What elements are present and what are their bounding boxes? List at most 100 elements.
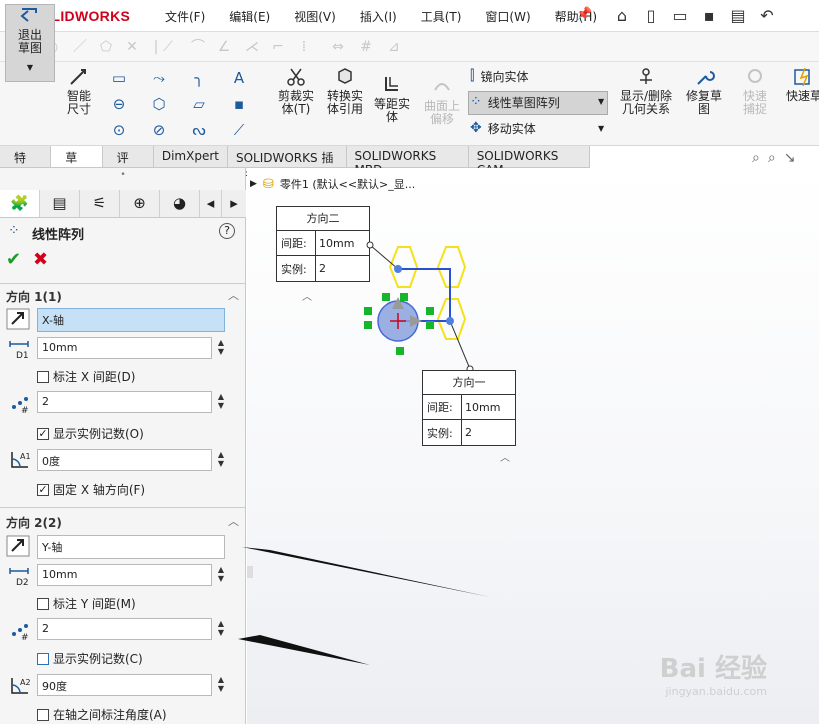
- feature-manager-icon[interactable]: 🧩: [0, 190, 40, 217]
- direction1-spacing-spinner[interactable]: ▲ ▼: [216, 338, 226, 358]
- checkbox-checked[interactable]: ✓: [37, 427, 49, 440]
- convert-entities-button[interactable]: 转换实体引用: [322, 66, 368, 116]
- direction2-spacing-spinner[interactable]: ▲ ▼: [216, 565, 226, 585]
- linear-pattern-button[interactable]: ⁘ 线性草图阵列: [470, 92, 560, 112]
- undo-icon[interactable]: ↶: [757, 4, 777, 26]
- menu-window[interactable]: 窗口(W): [480, 6, 535, 27]
- collapse-chevron-icon[interactable]: ︿: [228, 287, 239, 303]
- direction2-count-field[interactable]: 2: [37, 618, 212, 640]
- menu-insert[interactable]: 插入(I): [355, 6, 402, 27]
- dim-x-spacing-checkbox[interactable]: 标注 X 间距(D): [37, 368, 135, 385]
- tab-cam[interactable]: SOLIDWORKS CAM: [469, 146, 590, 177]
- print-icon[interactable]: ▤: [728, 4, 748, 26]
- tab-features[interactable]: 特征: [0, 146, 52, 182]
- tab-sketch[interactable]: 草图: [51, 146, 103, 182]
- tab-mbd[interactable]: SOLIDWORKS MBD: [347, 146, 469, 177]
- menu-view[interactable]: 视图(V): [289, 6, 341, 27]
- rapid-sketch-button[interactable]: 快速草图: [784, 66, 819, 103]
- chevron-down-icon[interactable]: ▼: [598, 124, 604, 133]
- home-icon[interactable]: ⌂: [612, 4, 632, 26]
- collapse-chevron-icon[interactable]: ︿: [228, 513, 239, 529]
- feature-tree-flyout[interactable]: ▶ ⛁ 零件1 (默认<<默认>_显...: [250, 176, 415, 192]
- checkbox-box[interactable]: [37, 370, 49, 383]
- show-delete-relations-button[interactable]: 显示/删除几何关系: [614, 66, 678, 116]
- dim-y-spacing-checkbox[interactable]: 标注 Y 间距(M): [37, 595, 136, 612]
- pin-icon[interactable]: 📌: [576, 7, 592, 23]
- tab-dimxpert[interactable]: DimXpert: [154, 146, 228, 167]
- direction1-count-spinner[interactable]: ▲ ▼: [216, 392, 226, 412]
- point-tool-icon[interactable]: ▪: [228, 94, 250, 114]
- expand-arrow-icon[interactable]: ▶: [250, 179, 257, 189]
- arc-tool-icon[interactable]: ⊘: [148, 120, 170, 140]
- spacing-d1-icon: D1: [9, 341, 29, 360]
- fix-x-axis-checkbox[interactable]: ✓ 固定 X 轴方向(F): [37, 481, 145, 498]
- cancel-x-icon[interactable]: ✖: [33, 249, 48, 270]
- checkbox-box[interactable]: [37, 708, 49, 721]
- fillet-icon[interactable]: ╮: [188, 68, 210, 88]
- spline-icon[interactable]: ⤳: [148, 68, 170, 88]
- new-document-icon[interactable]: ▯: [641, 4, 661, 26]
- menu-edit[interactable]: 编辑(E): [224, 6, 275, 27]
- checkbox-box[interactable]: [37, 597, 49, 610]
- direction-arrow-icon[interactable]: [6, 308, 30, 330]
- exit-sketch-button[interactable]: 退出草图 ▼: [5, 4, 55, 82]
- dim-angle-between-axes-checkbox[interactable]: 在轴之间标注角度(A): [37, 706, 167, 723]
- direction2-axis-field[interactable]: Y-轴: [37, 535, 225, 559]
- checkbox-checked[interactable]: ✓: [37, 483, 49, 496]
- direction1-angle-field[interactable]: 0度: [37, 449, 212, 471]
- direction1-axis-field[interactable]: X-轴: [37, 308, 225, 332]
- direction2-count-spinner[interactable]: ▲ ▼: [216, 619, 226, 639]
- checkbox-box[interactable]: [37, 652, 49, 665]
- chevron-down-icon[interactable]: ▼: [598, 97, 604, 106]
- slot-icon[interactable]: ⊖: [108, 94, 130, 114]
- repair-sketch-button[interactable]: 修复草图: [681, 66, 727, 116]
- property-manager-icon[interactable]: ▤: [40, 190, 80, 217]
- sketch-pattern-preview[interactable]: [350, 235, 490, 370]
- move-entities-button[interactable]: ✥ 移动实体: [470, 118, 536, 138]
- expand-chevron-icon[interactable]: ︿: [500, 449, 510, 464]
- scroll-right-icon[interactable]: ▸: [222, 190, 246, 217]
- tab-addins[interactable]: SOLIDWORKS 插件: [228, 146, 347, 182]
- circle-tool-icon[interactable]: ⊙: [108, 120, 130, 140]
- menu-file[interactable]: 文件(F): [160, 6, 210, 27]
- text-icon[interactable]: A: [228, 68, 250, 88]
- tab-evaluate[interactable]: 评估: [103, 146, 154, 182]
- show-instance-count-checkbox[interactable]: ✓ 显示实例记数(O): [37, 425, 144, 442]
- panel-collapse-handle[interactable]: •: [0, 170, 246, 186]
- direction-arrow-icon[interactable]: [6, 535, 30, 557]
- direction2-angle-field[interactable]: 90度: [37, 674, 212, 696]
- callout-spacing-value[interactable]: 10mm: [461, 394, 515, 420]
- expand-chevron-icon[interactable]: ︿: [302, 288, 312, 303]
- direction1-spacing-field[interactable]: 10mm: [37, 337, 212, 359]
- panel-resize-handle[interactable]: [247, 566, 253, 578]
- smart-dimension-button[interactable]: 智能尺寸: [58, 66, 100, 116]
- rectangle-icon[interactable]: ▭: [108, 68, 130, 88]
- direction1-angle-spinner[interactable]: ▲ ▼: [216, 450, 226, 470]
- open-folder-icon[interactable]: ▭: [670, 4, 690, 26]
- direction2-spacing-field[interactable]: 10mm: [37, 564, 212, 586]
- zoom-fit-icon[interactable]: ⌕: [752, 150, 760, 166]
- show-instance-count2-checkbox[interactable]: 显示实例记数(C): [37, 650, 143, 667]
- spline-tool-icon[interactable]: ᔓ: [188, 120, 210, 140]
- help-icon[interactable]: ?: [219, 223, 235, 239]
- scroll-left-icon[interactable]: ◂: [200, 190, 222, 217]
- mirror-entities-button[interactable]: ⫿ 镜向实体: [470, 66, 529, 86]
- display-manager-icon[interactable]: ◕: [160, 190, 200, 217]
- direction2-angle-spinner[interactable]: ▲ ▼: [216, 675, 226, 695]
- direction1-count-field[interactable]: 2: [37, 391, 212, 413]
- polygon-tool-icon[interactable]: ⬡: [148, 94, 170, 114]
- dim-x-spacing-label: 标注 X 间距(D): [53, 370, 136, 384]
- save-icon[interactable]: ▪: [699, 4, 719, 26]
- ok-check-icon[interactable]: ✔: [6, 249, 21, 270]
- plane-icon: ▱: [193, 95, 205, 113]
- callout-count-value[interactable]: 2: [461, 420, 515, 445]
- offset-entities-button[interactable]: 等距实体: [370, 74, 414, 124]
- direction1-callout[interactable]: 方向一 间距: 10mm 实例: 2: [422, 370, 516, 446]
- previous-view-icon[interactable]: ↘: [784, 150, 796, 166]
- trim-entities-button[interactable]: 剪裁实体(T): [273, 66, 319, 116]
- dimxpert-manager-icon[interactable]: ⊕: [120, 190, 160, 217]
- config-manager-icon[interactable]: ⚟: [80, 190, 120, 217]
- centerline-icon[interactable]: ⟋: [228, 120, 250, 140]
- menu-tools[interactable]: 工具(T): [416, 6, 467, 27]
- zoom-area-icon[interactable]: ⌕: [768, 150, 776, 166]
